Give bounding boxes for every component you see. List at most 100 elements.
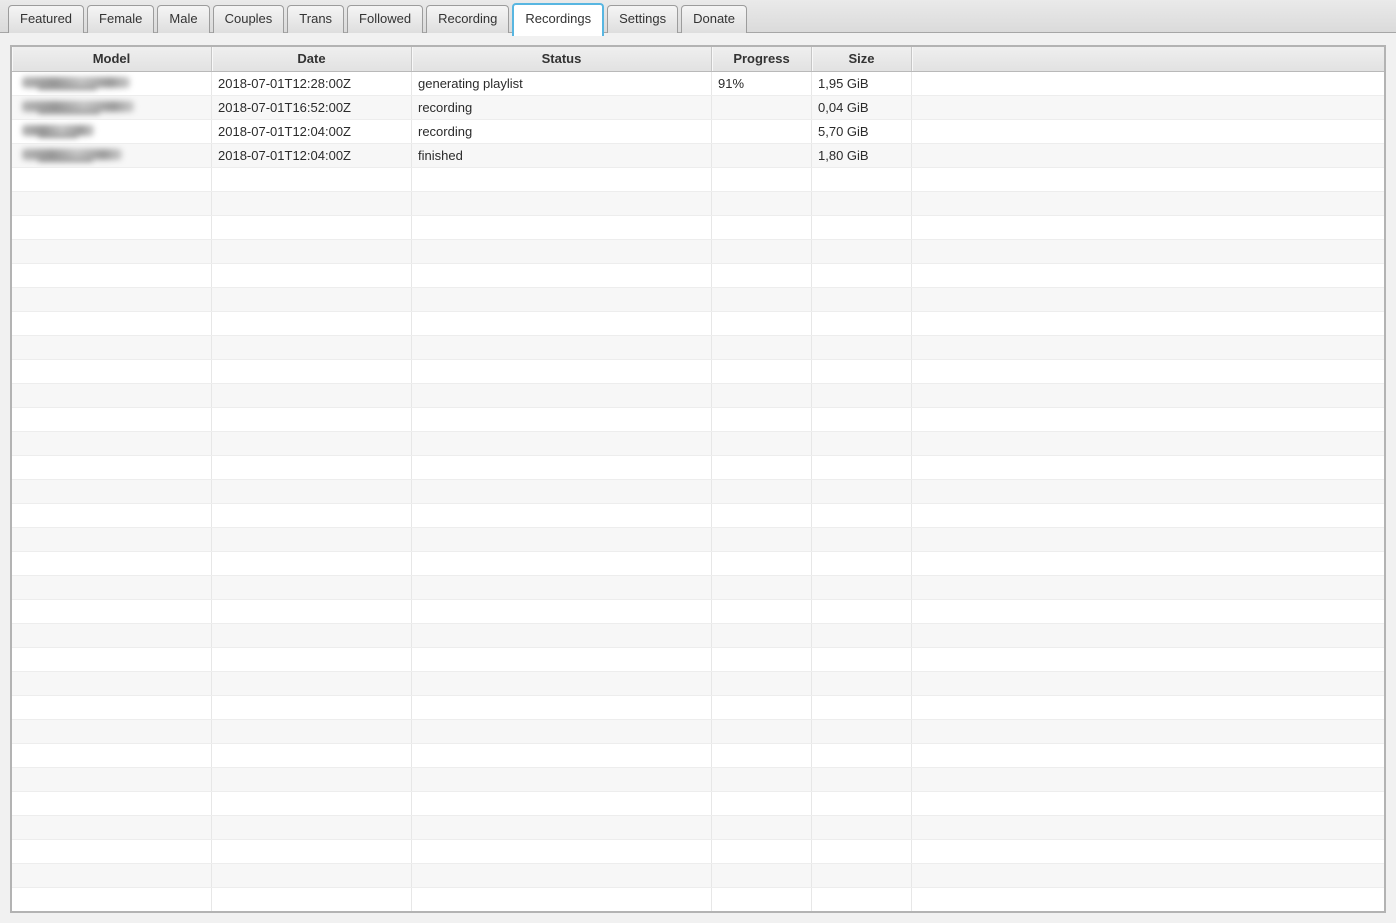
cell-status [412,504,712,527]
cell-size [812,792,912,815]
cell-size [812,240,912,263]
cell-blank [912,192,1384,215]
cell-size [812,480,912,503]
cell-status: recording [412,120,712,143]
cell-date: 2018-07-01T12:04:00Z [212,120,412,143]
table-header-row: ModelDateStatusProgressSize [12,47,1384,72]
cell-date [212,312,412,335]
empty-row [12,504,1384,528]
cell-progress [712,408,812,431]
empty-row [12,456,1384,480]
tab-couples[interactable]: Couples [213,5,285,33]
tab-male[interactable]: Male [157,5,209,33]
cell-date [212,216,412,239]
recording-row[interactable]: 2018-07-01T16:52:00Zrecording0,04 GiB [12,96,1384,120]
cell-date [212,864,412,887]
cell-status [412,696,712,719]
cell-status [412,456,712,479]
cell-progress [712,504,812,527]
cell-blank [912,768,1384,791]
cell-blank [912,672,1384,695]
cell-size: 1,80 GiB [812,144,912,167]
cell-status [412,432,712,455]
cell-progress [712,144,812,167]
recording-row[interactable]: 2018-07-01T12:04:00Zrecording5,70 GiB [12,120,1384,144]
cell-model [12,312,212,335]
tab-trans[interactable]: Trans [287,5,344,33]
column-header-model[interactable]: Model [12,47,212,71]
cell-progress [712,216,812,239]
tab-featured[interactable]: Featured [8,5,84,33]
cell-size [812,216,912,239]
cell-date: 2018-07-01T12:28:00Z [212,72,412,95]
cell-progress [712,360,812,383]
cell-progress [712,96,812,119]
cell-blank [912,600,1384,623]
cell-progress [712,456,812,479]
cell-status [412,528,712,551]
tab-followed[interactable]: Followed [347,5,423,33]
cell-size [812,528,912,551]
cell-progress [712,384,812,407]
cell-size [812,336,912,359]
recording-row[interactable]: 2018-07-01T12:04:00Zfinished1,80 GiB [12,144,1384,168]
recordings-table: ModelDateStatusProgressSize 2018-07-01T1… [10,45,1386,913]
tab-settings[interactable]: Settings [607,5,678,33]
cell-status [412,624,712,647]
cell-date: 2018-07-01T16:52:00Z [212,96,412,119]
cell-blank [912,648,1384,671]
empty-row [12,312,1384,336]
cell-size [812,744,912,767]
redacted-model-name [22,77,130,90]
cell-date [212,888,412,911]
cell-size [812,888,912,911]
cell-size [812,192,912,215]
cell-status [412,552,712,575]
cell-date [212,288,412,311]
cell-status [412,408,712,431]
cell-size [812,432,912,455]
cell-blank [912,264,1384,287]
tab-donate[interactable]: Donate [681,5,747,33]
cell-blank [912,456,1384,479]
cell-model [12,216,212,239]
cell-blank [912,312,1384,335]
tab-recordings[interactable]: Recordings [512,3,604,36]
column-header-status[interactable]: Status [412,47,712,71]
cell-model [12,768,212,791]
cell-size [812,864,912,887]
cell-status [412,576,712,599]
empty-row [12,192,1384,216]
column-header-size[interactable]: Size [812,47,912,71]
cell-size [812,816,912,839]
cell-blank [912,216,1384,239]
cell-model [12,288,212,311]
recording-row[interactable]: 2018-07-01T12:28:00Zgenerating playlist9… [12,72,1384,96]
cell-progress [712,888,812,911]
cell-status [412,312,712,335]
cell-status [412,888,712,911]
cell-blank [912,720,1384,743]
cell-progress [712,480,812,503]
cell-model [12,192,212,215]
cell-date [212,792,412,815]
empty-row [12,576,1384,600]
cell-model [12,576,212,599]
cell-date [212,672,412,695]
column-header-date[interactable]: Date [212,47,412,71]
cell-blank [912,96,1384,119]
cell-date [212,648,412,671]
empty-row [12,792,1384,816]
cell-progress [712,744,812,767]
tab-recording[interactable]: Recording [426,5,509,33]
empty-row [12,864,1384,888]
cell-status: generating playlist [412,72,712,95]
cell-size [812,768,912,791]
redacted-model-name [22,101,134,114]
tab-female[interactable]: Female [87,5,154,33]
column-header-progress[interactable]: Progress [712,47,812,71]
empty-row [12,336,1384,360]
cell-date [212,504,412,527]
empty-row [12,360,1384,384]
cell-size [812,552,912,575]
